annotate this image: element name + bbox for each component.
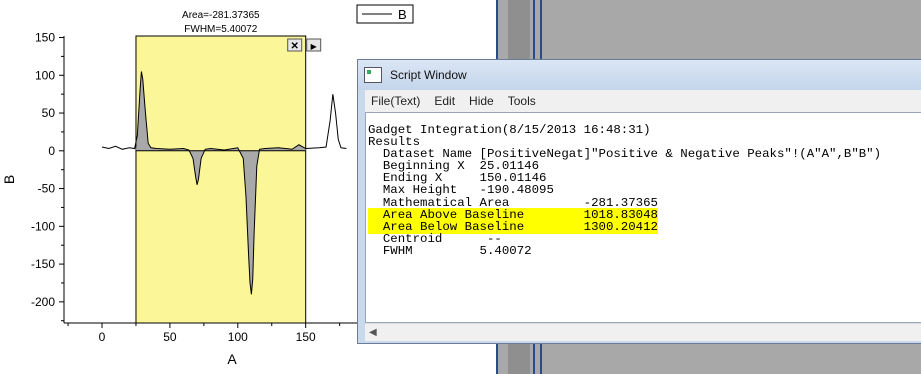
y-tick-label: -150 xyxy=(31,257,55,271)
menu-bar: File(Text) Edit Hide Tools xyxy=(365,90,921,112)
output-line: Gadget Integration(8/15/2013 16:48:31) xyxy=(368,123,651,137)
menu-file[interactable]: File(Text) xyxy=(365,94,428,108)
area-annotation: Area=-281.37365 xyxy=(182,10,260,21)
output-line: FWHM 5.40072 xyxy=(368,243,532,258)
y-tick-label: -100 xyxy=(31,219,55,233)
y-tick-label: -200 xyxy=(31,295,55,309)
gadget-roi-region xyxy=(135,35,307,324)
horizontal-scrollbar[interactable]: ◀ xyxy=(365,323,921,341)
script-editor[interactable]: Gadget Integration(8/15/2013 16:48:31) Re… xyxy=(365,112,921,323)
script-output: Gadget Integration(8/15/2013 16:48:31) Re… xyxy=(366,113,921,257)
y-tick-label: 0 xyxy=(48,144,55,158)
menu-edit[interactable]: Edit xyxy=(428,94,463,108)
x-tick-label: 150 xyxy=(296,330,316,344)
fwhm-annotation: FWHM=5.40072 xyxy=(184,24,258,35)
output-line-highlighted: Area Above Baseline 1018.83048 xyxy=(368,207,658,222)
x-tick-label: 100 xyxy=(228,330,248,344)
y-tick-label: -50 xyxy=(38,182,56,196)
app-icon xyxy=(364,67,382,83)
close-icon: ✕ xyxy=(291,41,299,52)
menu-tools[interactable]: Tools xyxy=(502,94,544,108)
window-title: Script Window xyxy=(390,68,467,82)
script-window[interactable]: Script Window File(Text) Edit Hide Tools… xyxy=(357,59,921,344)
scroll-left-icon[interactable]: ◀ xyxy=(369,327,377,338)
menu-arrow-icon: ▶ xyxy=(311,42,318,51)
y-tick-label: 50 xyxy=(42,106,56,120)
x-tick-label: 0 xyxy=(99,330,106,344)
y-tick-label: 150 xyxy=(35,31,55,45)
output-line: Max Height -190.48095 xyxy=(368,183,554,198)
script-window-titlebar[interactable]: Script Window xyxy=(358,60,921,90)
y-tick-label: 100 xyxy=(35,68,55,82)
menu-hide[interactable]: Hide xyxy=(463,94,502,108)
legend-label: B xyxy=(398,7,407,22)
output-line: Mathematical Area -281.37365 xyxy=(368,195,658,210)
x-tick-label: 50 xyxy=(163,330,177,344)
y-axis-title: B xyxy=(1,175,17,184)
x-axis-title: A xyxy=(227,351,237,367)
